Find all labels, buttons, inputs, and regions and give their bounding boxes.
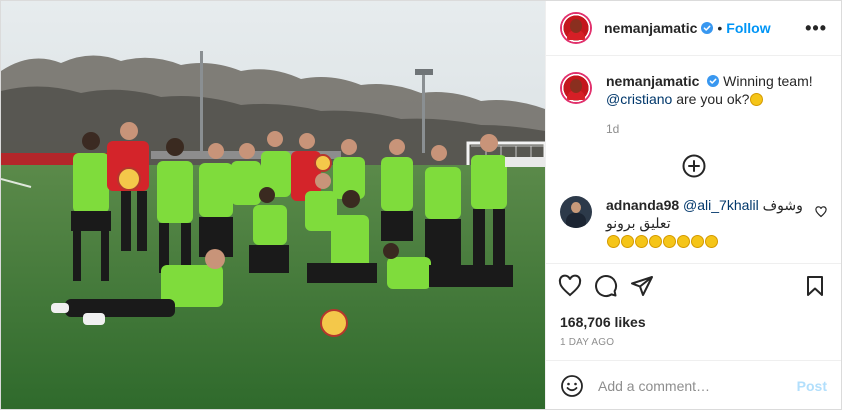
add-comment-bar: Post xyxy=(546,360,841,410)
comment-avatar[interactable] xyxy=(560,196,592,228)
comments-list: nemanjamatic Winning team! @cristiano ar… xyxy=(546,56,841,261)
caption-text: nemanjamatic Winning team! @cristiano ar… xyxy=(606,72,813,108)
post-comment-button[interactable]: Post xyxy=(797,378,827,394)
caption-username[interactable]: nemanjamatic xyxy=(606,73,699,89)
comment-input[interactable] xyxy=(598,377,788,394)
more-options-icon[interactable]: ••• xyxy=(805,18,827,39)
caption-mention-link[interactable]: @cristiano xyxy=(606,91,672,107)
separator-dot: • xyxy=(717,20,723,36)
caption-body: Winning team! xyxy=(723,73,813,89)
load-more-comments[interactable] xyxy=(560,154,827,178)
caption: nemanjamatic Winning team! @cristiano ar… xyxy=(560,72,827,108)
caption-timestamp[interactable]: 1d xyxy=(606,122,827,136)
heart-icon[interactable] xyxy=(815,206,827,218)
team-training-photo xyxy=(1,1,545,409)
likes-count[interactable]: 168,706 likes xyxy=(560,314,646,330)
smiley-icon[interactable] xyxy=(560,374,584,398)
post-side-panel: nemanjamatic • Follow ••• nemanjamatic W… xyxy=(545,1,841,409)
comment-item: adnanda98 @ali_7khalil وشوف تعليق برونو xyxy=(560,196,827,250)
comment-bubble-icon[interactable] xyxy=(594,274,618,298)
header-username[interactable]: nemanjamatic xyxy=(604,20,697,36)
post-header: nemanjamatic • Follow ••• xyxy=(546,1,841,56)
follow-button[interactable]: Follow xyxy=(726,20,770,36)
action-bar xyxy=(546,263,841,298)
post-photo[interactable] xyxy=(1,1,545,409)
caption-body-2: are you ok? xyxy=(676,91,750,107)
plus-circle-icon[interactable] xyxy=(682,154,706,178)
bookmark-icon[interactable] xyxy=(803,274,827,298)
caption-avatar[interactable] xyxy=(560,72,592,104)
comment-username[interactable]: adnanda98 xyxy=(606,197,679,213)
heart-icon[interactable] xyxy=(558,274,582,298)
verified-badge-icon xyxy=(701,22,714,34)
tired-face-emoji-icon xyxy=(750,93,764,106)
comment-text: adnanda98 @ali_7khalil وشوف تعليق برونو xyxy=(606,196,806,250)
comment-mention-link[interactable]: @ali_7khalil xyxy=(683,197,759,213)
laughing-emojis xyxy=(606,233,718,249)
paper-plane-icon[interactable] xyxy=(630,274,654,298)
avatar[interactable] xyxy=(560,12,592,44)
instagram-post: nemanjamatic • Follow ••• nemanjamatic W… xyxy=(0,0,842,410)
verified-badge-icon xyxy=(707,75,720,87)
post-timestamp[interactable]: 1 DAY AGO xyxy=(560,337,614,348)
